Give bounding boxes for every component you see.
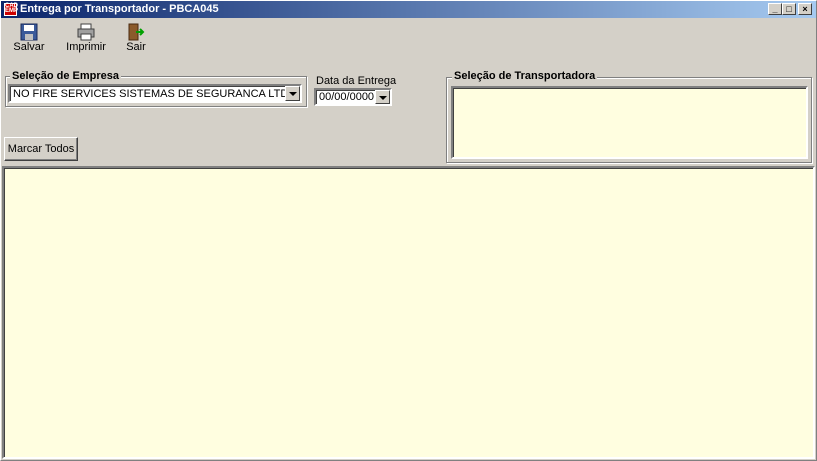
transportadora-list[interactable]: [451, 86, 808, 159]
main-grid-area[interactable]: [2, 166, 815, 459]
maximize-button[interactable]: □: [782, 3, 796, 15]
printer-icon: [77, 23, 95, 41]
exit-door-icon: [128, 23, 145, 41]
print-button[interactable]: Imprimir: [61, 23, 111, 53]
print-label: Imprimir: [66, 41, 106, 53]
window-title: Entrega por Transportador - PBCA045: [20, 3, 219, 15]
title-bar[interactable]: CAD EMP Entrega por Transportador - PBCA…: [1, 1, 816, 18]
app-icon: CAD EMP: [4, 3, 19, 16]
floppy-disk-icon: [20, 23, 38, 41]
data-entrega-field[interactable]: 00/00/0000: [314, 88, 392, 106]
empresa-select[interactable]: NO FIRE SERVICES SISTEMAS DE SEGURANCA L…: [8, 84, 302, 103]
app-window: CAD EMP Entrega por Transportador - PBCA…: [0, 0, 817, 461]
save-button[interactable]: Salvar: [9, 23, 49, 53]
mark-all-button[interactable]: Marcar Todos: [4, 137, 78, 161]
transportadora-group-label: Seleção de Transportadora: [452, 70, 598, 82]
minimize-button[interactable]: _: [768, 3, 782, 15]
mark-all-label: Marcar Todos: [7, 143, 75, 155]
data-entrega-label: Data da Entrega: [316, 75, 397, 87]
save-label: Salvar: [13, 41, 45, 53]
exit-button[interactable]: Sair: [121, 23, 151, 53]
data-entrega-dropdown-arrow-icon[interactable]: [375, 90, 390, 104]
empresa-group-label: Seleção de Empresa: [10, 70, 122, 82]
empresa-selected-value: NO FIRE SERVICES SISTEMAS DE SEGURANCA L…: [13, 88, 296, 100]
exit-label: Sair: [126, 41, 146, 53]
data-entrega-value: 00/00/0000: [319, 91, 375, 103]
empresa-dropdown-arrow-icon[interactable]: [285, 86, 300, 101]
close-button[interactable]: ×: [798, 3, 812, 15]
